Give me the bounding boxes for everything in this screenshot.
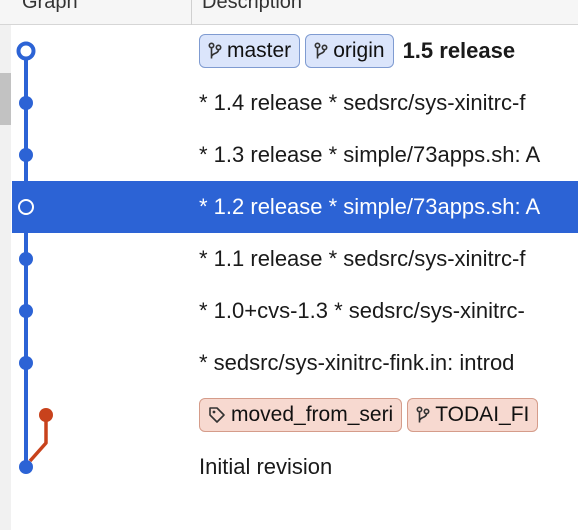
commit-row[interactable]: * 1.1 release * sedsrc/sys-xinitrc-f	[12, 233, 578, 285]
tag-icon	[209, 407, 225, 423]
commit-title: 1.5 release	[402, 38, 516, 63]
branch-chip-label: master	[227, 39, 292, 62]
branch-chip-label: TODAI_FI	[435, 403, 530, 426]
branch-chip[interactable]: TODAI_FI	[407, 398, 539, 432]
tag-chip-label: moved_from_seri	[231, 403, 394, 426]
scrollbar-track[interactable]	[0, 25, 11, 530]
branch-chip[interactable]: origin	[305, 34, 394, 68]
branch-icon	[208, 42, 222, 59]
branch-chip[interactable]: master	[199, 34, 301, 68]
column-divider[interactable]	[191, 0, 192, 25]
commit-row[interactable]: * 1.0+cvs-1.3 * sedsrc/sys-xinitrc-	[12, 285, 578, 337]
commit-description: moved_from_seri TODAI_FI	[199, 389, 543, 441]
column-header: Graph Description	[0, 0, 578, 25]
commit-description: Initial revision	[199, 454, 333, 479]
commit-row[interactable]: Initial revision	[12, 441, 578, 493]
commit-description: * 1.2 release * simple/73apps.sh: A	[199, 194, 541, 219]
commit-row-selected[interactable]: * 1.2 release * simple/73apps.sh: A	[12, 181, 578, 233]
commit-row[interactable]: master origin 1.5 release	[12, 25, 578, 77]
branch-icon	[416, 406, 430, 423]
commit-row[interactable]: * 1.3 release * simple/73apps.sh: A	[12, 129, 578, 181]
commit-row[interactable]: * 1.4 release * sedsrc/sys-xinitrc-f	[12, 77, 578, 129]
commit-description: * 1.4 release * sedsrc/sys-xinitrc-f	[199, 90, 526, 115]
graph-column-header[interactable]: Graph	[22, 0, 78, 14]
commit-description: * 1.0+cvs-1.3 * sedsrc/sys-xinitrc-	[199, 298, 525, 323]
branch-icon	[314, 42, 328, 59]
description-column-header[interactable]: Description	[202, 0, 302, 14]
commit-description: * 1.3 release * simple/73apps.sh: A	[199, 142, 541, 167]
commit-description: * sedsrc/sys-xinitrc-fink.in: introd	[199, 350, 515, 375]
commit-description: * 1.1 release * sedsrc/sys-xinitrc-f	[199, 246, 526, 271]
tag-chip[interactable]: moved_from_seri	[199, 398, 403, 432]
branch-chip-label: origin	[333, 39, 385, 62]
commit-row[interactable]: moved_from_seri TODAI_FI	[12, 389, 578, 441]
commit-row[interactable]: * sedsrc/sys-xinitrc-fink.in: introd	[12, 337, 578, 389]
commit-description: master origin 1.5 release	[199, 25, 515, 77]
scrollbar-thumb[interactable]	[0, 73, 11, 125]
